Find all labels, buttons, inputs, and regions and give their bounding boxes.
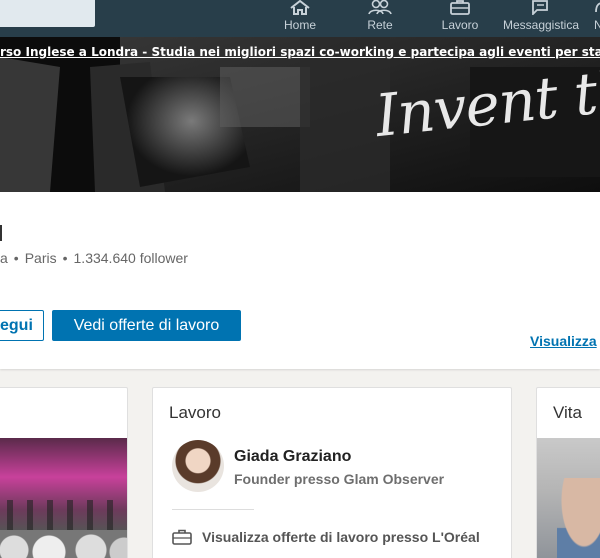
search-input[interactable] bbox=[0, 0, 95, 27]
view-company-jobs-label: Visualizza offerte di lavoro presso L'Or… bbox=[202, 529, 480, 545]
network-icon bbox=[368, 0, 392, 15]
office-photo[interactable] bbox=[0, 438, 127, 558]
top-navigation: Home Rete Lavoro Messaggistica N bbox=[0, 0, 600, 37]
card-photos bbox=[0, 387, 128, 558]
nav-label-notifications: N bbox=[594, 18, 600, 32]
card-jobs-title: Lavoro bbox=[169, 403, 221, 422]
company-location: Paris bbox=[24, 250, 57, 266]
company-followers: 1.334.640 follower bbox=[73, 250, 188, 266]
photo-person bbox=[557, 478, 600, 558]
separator-dot: • bbox=[62, 250, 68, 266]
divider bbox=[172, 509, 254, 510]
card-life: Vita bbox=[536, 387, 600, 558]
person-role: Founder presso Glam Observer bbox=[234, 471, 445, 487]
cover-banner-text[interactable]: rso Inglese a Londra - Studia nei miglio… bbox=[0, 45, 600, 59]
nav-label-messaging: Messaggistica bbox=[502, 18, 580, 32]
nav-label-home: Home bbox=[283, 18, 316, 32]
cover-banner: rso Inglese a Londra - Studia nei miglio… bbox=[0, 37, 600, 192]
view-jobs-button[interactable]: Vedi offerte di lavoro bbox=[52, 310, 241, 341]
company-name bbox=[0, 225, 2, 241]
company-industry: a bbox=[0, 250, 8, 266]
avatar[interactable] bbox=[172, 440, 224, 492]
notifications-icon bbox=[595, 2, 600, 13]
home-icon bbox=[290, 0, 310, 15]
view-company-jobs-link[interactable]: Visualizza offerte di lavoro presso L'Or… bbox=[172, 529, 480, 545]
follow-button[interactable]: egui bbox=[0, 310, 44, 341]
photo-people bbox=[7, 500, 117, 532]
nav-item-notifications[interactable]: N bbox=[594, 0, 600, 37]
employee-photo[interactable] bbox=[537, 438, 600, 558]
card-jobs: Lavoro Giada Graziano Founder presso Gla… bbox=[152, 387, 512, 558]
briefcase-icon bbox=[450, 0, 470, 15]
nav-item-jobs[interactable]: Lavoro bbox=[437, 0, 483, 37]
company-header-card: a • Paris • 1.334.640 follower egui Vedi off… bbox=[0, 192, 600, 369]
view-link[interactable]: Visualizza bbox=[530, 333, 597, 349]
separator-dot: • bbox=[13, 250, 19, 266]
photo-spheres bbox=[0, 530, 127, 558]
nav-item-messaging[interactable]: Messaggistica bbox=[499, 0, 583, 37]
nav-label-network: Rete bbox=[367, 18, 393, 32]
messaging-icon bbox=[532, 0, 548, 15]
briefcase-icon bbox=[172, 529, 192, 545]
nav-item-network[interactable]: Rete bbox=[362, 0, 398, 37]
person-name[interactable]: Giada Graziano bbox=[234, 448, 351, 466]
nav-item-home[interactable]: Home bbox=[279, 0, 321, 37]
nav-label-jobs: Lavoro bbox=[441, 18, 479, 32]
company-meta: a • Paris • 1.334.640 follower bbox=[0, 250, 188, 266]
card-life-title: Vita bbox=[553, 403, 582, 422]
